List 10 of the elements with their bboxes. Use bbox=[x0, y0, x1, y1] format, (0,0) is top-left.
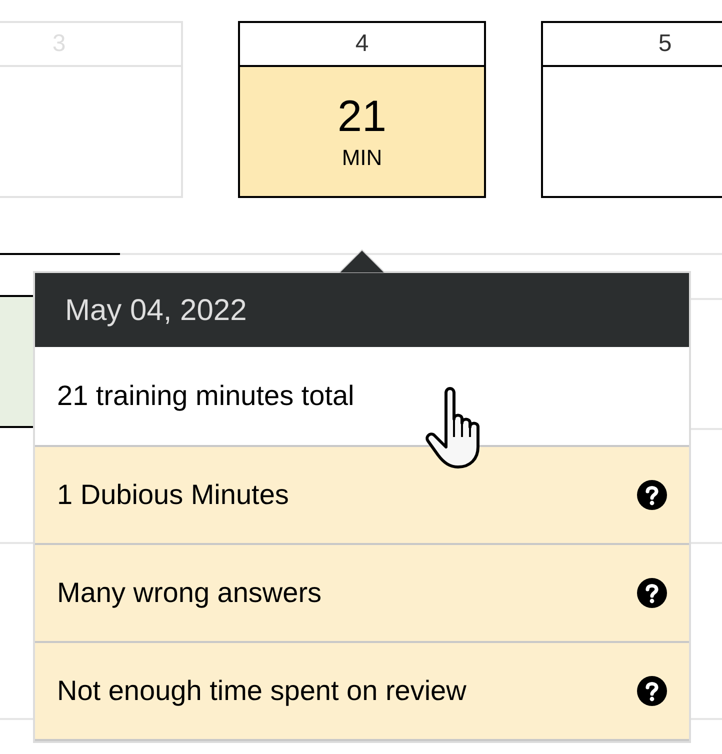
warning-text: 1 Dubious Minutes bbox=[57, 478, 289, 512]
day-cell[interactable]: 4 21 MIN bbox=[238, 21, 486, 198]
day-cell[interactable]: 5 bbox=[541, 21, 722, 198]
warning-text: Many wrong answers bbox=[57, 576, 322, 610]
help-icon[interactable] bbox=[637, 480, 667, 510]
minutes-unit: MIN bbox=[342, 146, 382, 168]
help-icon[interactable] bbox=[637, 676, 667, 706]
warning-text: Not enough time spent on review bbox=[57, 674, 466, 708]
minutes-value: 21 bbox=[338, 94, 386, 138]
help-icon[interactable] bbox=[637, 578, 667, 608]
